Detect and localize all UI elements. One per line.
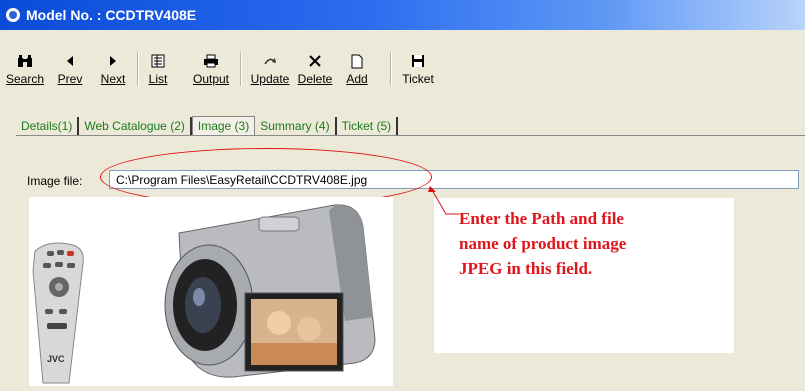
annotation-line-2: name of product image (459, 234, 627, 253)
annotation-text: Enter the Path and file name of product … (459, 206, 626, 281)
annotation-line-3: JPEG in this field. (459, 259, 593, 278)
annotation-line-1: Enter the Path and file (459, 209, 624, 228)
annotation-arrow (428, 186, 459, 215)
